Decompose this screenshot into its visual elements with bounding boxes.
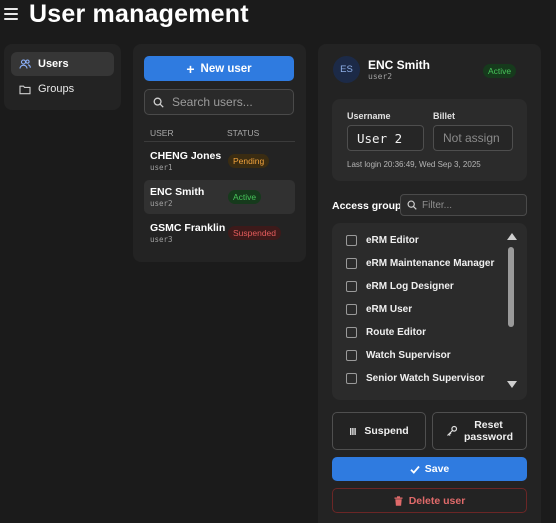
list-item[interactable]: Senior Watch Supervisor [346,371,485,385]
user-username: user3 [150,235,173,244]
status-badge: Pending [228,154,270,168]
save-button[interactable]: Save [332,457,527,481]
plus-icon: + [186,60,195,77]
checkbox[interactable] [346,303,357,315]
user-full-name: GSMC Franklin [150,222,226,234]
list-item[interactable]: eRM User [346,302,412,316]
users-list-panel: + New user USER STATUS CHENG Jones user1… [133,44,306,262]
search-box [144,89,294,115]
group-label: Watch Supervisor [366,349,451,361]
list-item[interactable]: eRM Log Designer [346,279,454,293]
table-row[interactable]: CHENG Jones user1 Pending [144,144,295,178]
pause-icon [350,427,357,435]
list-item[interactable]: eRM Maintenance Manager [346,256,494,270]
checkbox[interactable] [346,372,357,384]
trash-icon [394,495,403,506]
access-groups-list: eRM Editor eRM Maintenance Manager eRM L… [332,223,527,400]
sidebar-nav: Users Groups [4,44,121,110]
checkbox[interactable] [346,349,357,361]
save-label: Save [424,463,450,475]
list-item[interactable]: Watch Supervisor [346,348,451,362]
scroll-up-arrow-icon[interactable] [507,233,517,240]
sidebar-item-label: Groups [38,83,75,95]
column-header-status: STATUS [227,127,260,138]
top-bar: User management [0,0,556,34]
users-icon [19,58,31,70]
group-label: Senior Watch Supervisor [366,372,485,384]
checkmark-icon [410,465,420,474]
checkbox[interactable] [346,326,357,338]
status-badge: Suspended [228,226,282,240]
reset-password-button[interactable]: Reset password [432,412,527,450]
search-icon [153,97,164,108]
list-item[interactable]: eRM Editor [346,233,419,247]
delete-user-button[interactable]: Delete user [332,488,527,513]
user-username: user1 [150,163,173,172]
list-item[interactable]: Route Editor [346,325,426,339]
username-label: Username [347,111,391,121]
avatar: ES [333,56,360,83]
sidebar-item-label: Users [38,58,69,70]
group-label: eRM User [366,303,413,315]
billet-field[interactable]: Not assign [433,125,513,151]
delete-user-label: Delete user [408,494,466,507]
scrollbar[interactable] [506,231,517,392]
detail-username: user2 [368,72,393,81]
sidebar-item-users[interactable]: Users [11,52,114,76]
user-full-name: ENC Smith [150,186,205,198]
search-icon [407,200,417,210]
hamburger-menu-icon[interactable] [4,8,18,20]
filter-box [400,194,527,216]
folder-icon [19,83,31,95]
status-badge: Active [483,64,517,78]
table-header: USER STATUS [144,124,295,142]
search-input[interactable] [172,95,282,109]
billet-label: Billet [433,111,456,121]
username-field[interactable]: User 2 [347,125,424,151]
group-label: eRM Maintenance Manager [366,257,495,269]
group-label: eRM Editor [366,234,419,246]
checkbox[interactable] [346,280,357,292]
detail-full-name: ENC Smith [368,58,431,72]
user-detail-panel: ES ENC Smith user2 Active Username Bille… [318,44,541,523]
suspend-label: Suspend [364,425,409,437]
user-username: user2 [150,199,173,208]
filter-input[interactable] [422,199,517,211]
group-label: eRM Log Designer [366,280,454,292]
status-badge: Active [228,190,262,204]
last-login-text: Last login 20:36:49, Wed Sep 3, 2025 [347,160,481,169]
new-user-button[interactable]: + New user [144,56,294,81]
checkbox[interactable] [346,234,357,246]
new-user-label: New user [200,62,252,75]
access-groups-label: Access groups [332,200,408,212]
scrollbar-thumb[interactable] [508,247,514,327]
column-header-user: USER [150,127,174,138]
suspend-button[interactable]: Suspend [332,412,426,450]
table-row[interactable]: ENC Smith user2 Active [144,180,295,214]
group-label: Route Editor [366,326,426,338]
user-full-name: CHENG Jones [150,150,222,162]
checkbox[interactable] [346,257,357,269]
sidebar-item-groups[interactable]: Groups [11,77,114,101]
key-icon [447,425,458,436]
account-info-card: Username Billet User 2 Not assign Last l… [332,99,527,181]
scroll-down-arrow-icon[interactable] [507,381,517,388]
page-title: User management [29,0,249,28]
reset-password-label: Reset password [463,419,513,443]
table-row[interactable]: GSMC Franklin user3 Suspended [144,216,295,250]
